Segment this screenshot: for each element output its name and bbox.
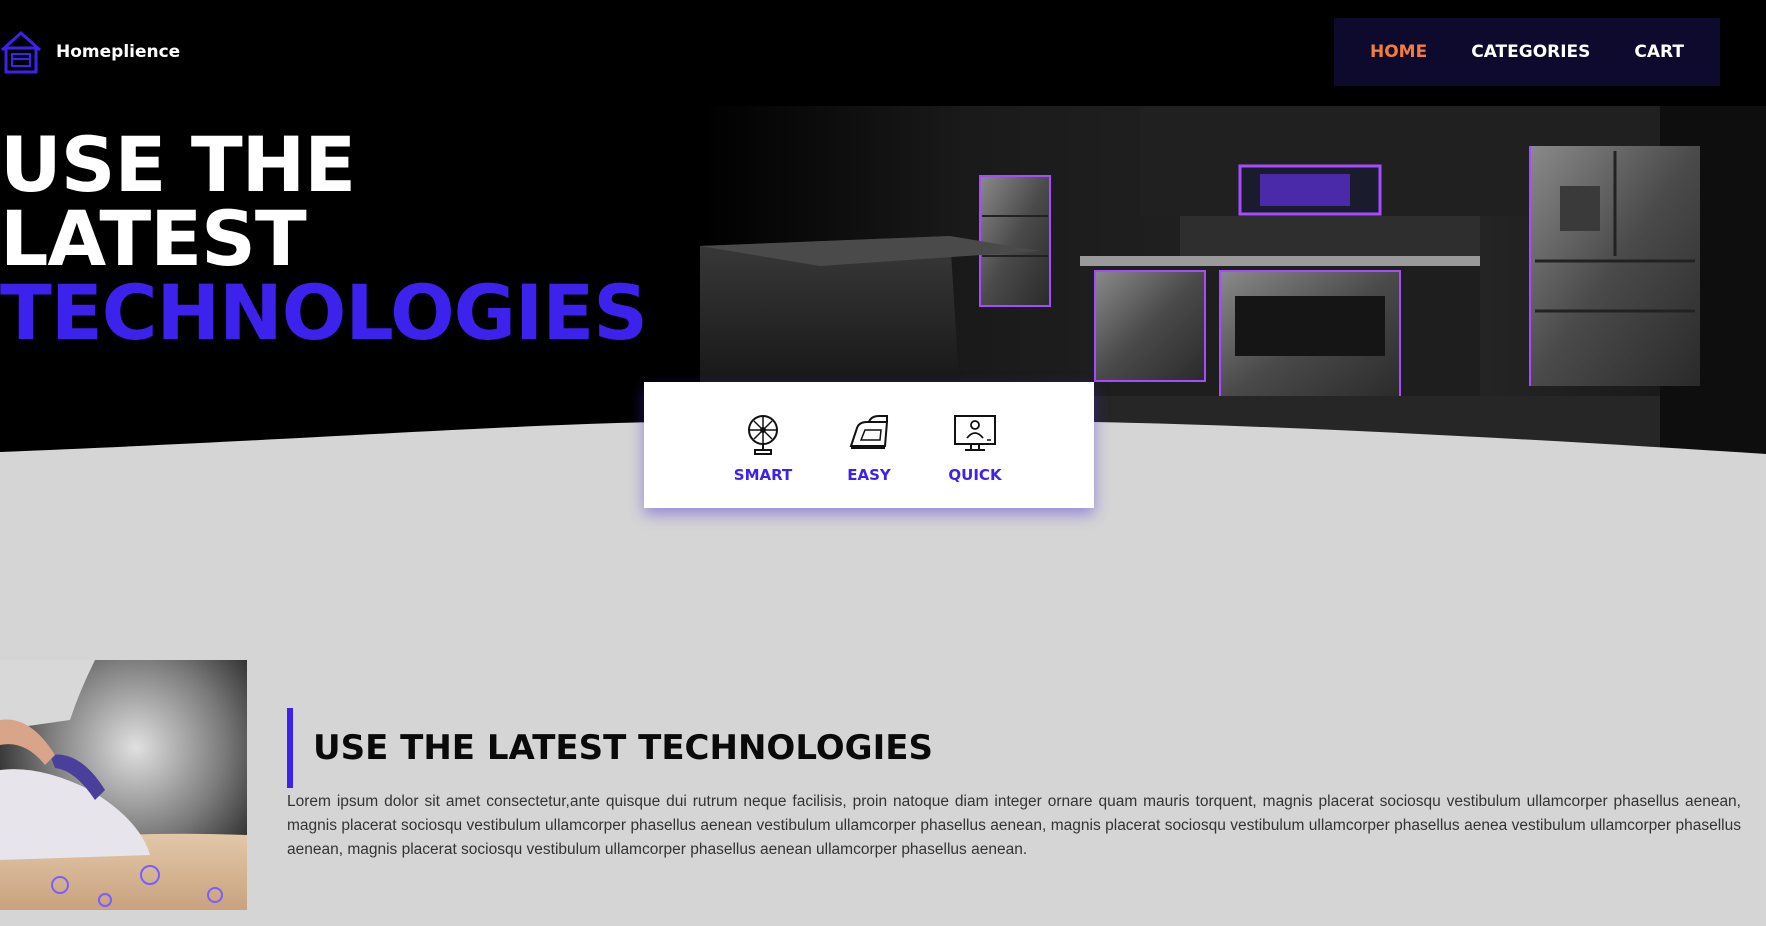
main-nav: HOME CATEGORIES CART bbox=[1334, 18, 1720, 86]
feature-quick[interactable]: QUICK bbox=[944, 412, 1006, 508]
iron-icon bbox=[849, 415, 889, 449]
headline-line-3: TECHNOLOGIES bbox=[0, 268, 648, 357]
feature-label-smart: SMART bbox=[733, 466, 793, 484]
feature-easy[interactable]: EASY bbox=[838, 412, 900, 508]
feature-label-easy: EASY bbox=[847, 466, 891, 484]
fan-icon bbox=[748, 415, 778, 455]
house-icon bbox=[0, 30, 42, 74]
feature-label-quick: QUICK bbox=[948, 466, 1002, 484]
headline-line-2: LATEST bbox=[0, 194, 307, 283]
nav-cart[interactable]: CART bbox=[1634, 42, 1684, 62]
nav-categories[interactable]: CATEGORIES bbox=[1471, 42, 1590, 62]
feature-smart[interactable]: SMART bbox=[732, 412, 794, 508]
logo-text: Homeplience bbox=[56, 42, 181, 62]
monitor-user-icon bbox=[954, 415, 996, 451]
section-accent-bar bbox=[287, 708, 293, 788]
headline-line-1: USE THE bbox=[0, 120, 356, 209]
section-text: Lorem ipsum dolor sit amet consectetur,a… bbox=[287, 793, 1741, 858]
features-card: SMART EASY QUICK bbox=[644, 382, 1094, 508]
hero-headline: USE THE LATEST TECHNOLOGIES bbox=[0, 120, 648, 357]
nav-home[interactable]: HOME bbox=[1370, 42, 1427, 62]
section-title: USE THE LATEST TECHNOLOGIES bbox=[313, 728, 933, 768]
ironing-photo bbox=[0, 660, 247, 910]
logo[interactable]: Homeplience bbox=[0, 30, 180, 74]
